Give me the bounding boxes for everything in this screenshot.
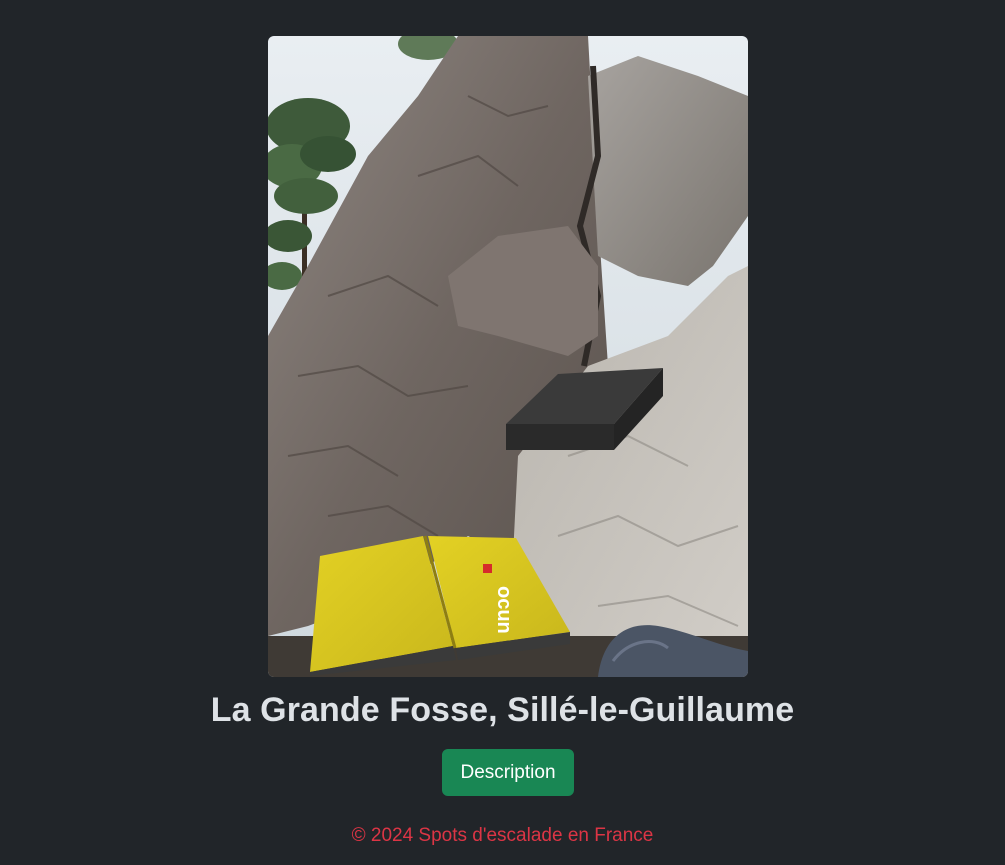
description-button[interactable]: Description: [442, 749, 574, 796]
spot-title: La Grande Fosse, Sillé-le-Guillaume: [210, 691, 795, 729]
spot-page: ocun La Grande Fosse, Sillé-le-Guillaume…: [0, 0, 1005, 865]
spot-photo: ocun: [268, 36, 748, 677]
footer-copyright: © 2024 Spots d'escalade en France: [351, 825, 654, 846]
mat-brand-label: ocun: [493, 586, 515, 634]
